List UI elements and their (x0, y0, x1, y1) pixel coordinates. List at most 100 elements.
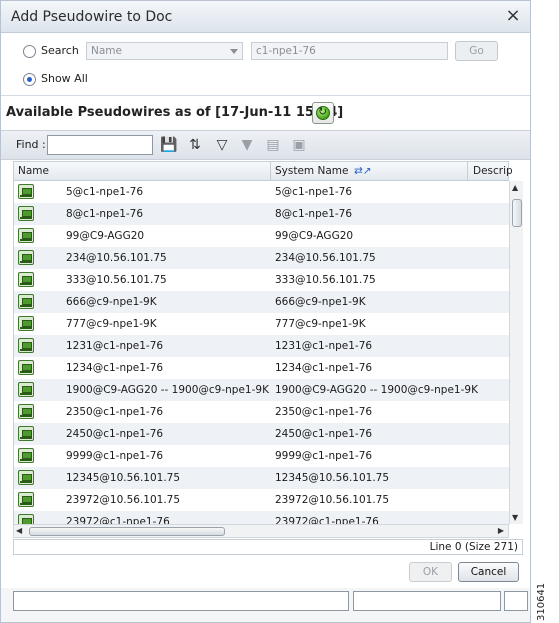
pseudowire-icon (18, 360, 34, 375)
close-icon[interactable]: × (504, 5, 522, 27)
grid-status-line: Line 0 (Size 271) (13, 539, 523, 555)
row-system-name: 1234@c1-npe1-76 (275, 362, 373, 374)
pseudowire-icon (18, 272, 34, 287)
row-system-name: 333@10.56.101.75 (275, 274, 376, 286)
row-system-name: 2350@c1-npe1-76 (275, 406, 373, 418)
search-input[interactable]: c1-npe1-76 (251, 42, 448, 60)
horizontal-scroll-thumb[interactable] (29, 527, 225, 536)
show-all-radio-label: Show All (41, 72, 88, 85)
ok-button[interactable]: OK (409, 562, 452, 582)
table-row[interactable]: 777@c9-npe1-9K 777@c9-npe1-9K (14, 313, 509, 335)
row-name: 1900@C9-AGG20 -- 1900@c9-npe1-9K (66, 384, 269, 396)
pseudowire-icon (18, 316, 34, 331)
pseudowire-icon (18, 206, 34, 221)
column-divider[interactable] (270, 162, 271, 181)
search-radio[interactable] (23, 45, 36, 58)
show-all-radio[interactable] (23, 73, 36, 86)
pseudowire-icon (18, 426, 34, 441)
row-name: 1231@c1-npe1-76 (66, 340, 164, 352)
column-header-description[interactable]: Descrip (473, 165, 513, 177)
save-icon[interactable]: 💾 (160, 136, 178, 154)
column-header-system-name[interactable]: System Name (275, 165, 348, 177)
pseudowire-icon (18, 338, 34, 353)
line-count-text: Line 0 (Size 271) (429, 541, 518, 553)
pseudowire-table: 5@c1-npe1-76 5@c1-npe1-76 8@c1-npe1-76 8@c1… (13, 181, 509, 524)
table-row[interactable]: 12345@10.56.101.75 12345@10.56.101.75 (14, 467, 509, 489)
available-header: Available Pseudowires as of [17-Jun-11 1… (1, 97, 530, 129)
pseudowire-icon (18, 448, 34, 463)
row-name: 99@C9-AGG20 (66, 230, 145, 242)
find-input[interactable] (47, 135, 153, 155)
row-name: 333@10.56.101.75 (66, 274, 167, 286)
vertical-scrollbar[interactable]: ▲ ▼ (509, 181, 523, 524)
table-row[interactable]: 23972@10.56.101.75 23972@10.56.101.75 (14, 489, 509, 511)
row-name: 23972@10.56.101.75 (66, 494, 181, 506)
row-name: 1234@c1-npe1-76 (66, 362, 164, 374)
dialog-title: Add Pseudowire to Doc (11, 9, 173, 25)
find-label: Find : (16, 138, 46, 151)
table-row[interactable]: 9999@c1-npe1-76 9999@c1-npe1-76 (14, 445, 509, 467)
table-row[interactable]: 5@c1-npe1-76 5@c1-npe1-76 (14, 181, 509, 203)
pseudowire-icon (18, 382, 34, 397)
row-system-name: 777@c9-npe1-9K (275, 318, 366, 330)
row-name: 2450@c1-npe1-76 (66, 428, 164, 440)
pseudowire-icon (18, 492, 34, 507)
row-system-name: 1900@C9-AGG20 -- 1900@c9-npe1-9K (275, 384, 478, 396)
row-system-name: 23972@c1-npe1-76 (275, 516, 379, 524)
row-system-name: 234@10.56.101.75 (275, 252, 376, 264)
table-row[interactable]: 99@C9-AGG20 99@C9-AGG20 (14, 225, 509, 247)
row-name: 5@c1-npe1-76 (66, 186, 144, 198)
table-row[interactable]: 2450@c1-npe1-76 2450@c1-npe1-76 (14, 423, 509, 445)
table-row[interactable]: 1231@c1-npe1-76 1231@c1-npe1-76 (14, 335, 509, 357)
row-name: 23972@c1-npe1-76 (66, 516, 170, 524)
pseudowire-icon (18, 404, 34, 419)
pseudowire-icon (18, 184, 34, 199)
grid-header: Name System Name ⇄↗ Descrip (13, 161, 513, 181)
table-row[interactable]: 8@c1-npe1-76 8@c1-npe1-76 (14, 203, 509, 225)
clear-filter-icon[interactable]: ▼ (238, 136, 256, 154)
vertical-scroll-thumb[interactable] (512, 199, 522, 227)
scroll-up-icon[interactable]: ▲ (512, 183, 518, 192)
print-icon[interactable]: ▣ (290, 136, 308, 154)
scroll-down-icon[interactable]: ▼ (512, 513, 518, 522)
table-row[interactable]: 333@10.56.101.75 333@10.56.101.75 (14, 269, 509, 291)
table-row[interactable]: 666@c9-npe1-9K 666@c9-npe1-9K (14, 291, 509, 313)
search-field-select[interactable]: Name (86, 42, 243, 60)
row-system-name: 5@c1-npe1-76 (275, 186, 353, 198)
dialog-titlebar: Add Pseudowire to Doc × (1, 1, 530, 33)
pseudowire-icon (18, 250, 34, 265)
figure-code: 310641 (536, 582, 547, 621)
row-name: 777@c9-npe1-9K (66, 318, 157, 330)
column-divider[interactable] (467, 162, 468, 181)
search-field-select-value: Name (91, 45, 122, 57)
horizontal-scrollbar[interactable]: ◀ ▶ (13, 524, 509, 538)
sort-icon[interactable]: ⇅ (186, 136, 204, 154)
row-name: 2350@c1-npe1-76 (66, 406, 164, 418)
refresh-icon (316, 105, 330, 120)
search-input-value: c1-npe1-76 (256, 45, 316, 57)
row-name: 9999@c1-npe1-76 (66, 450, 164, 462)
row-system-name: 9999@c1-npe1-76 (275, 450, 373, 462)
cancel-button[interactable]: Cancel (458, 562, 519, 582)
table-row[interactable]: 2350@c1-npe1-76 2350@c1-npe1-76 (14, 401, 509, 423)
row-system-name: 666@c9-npe1-9K (275, 296, 366, 308)
column-header-name[interactable]: Name (18, 165, 49, 177)
pseudowire-icon (18, 294, 34, 309)
filter-icon[interactable]: ▽ (213, 136, 231, 154)
table-row[interactable]: 234@10.56.101.75 234@10.56.101.75 (14, 247, 509, 269)
available-title: Available Pseudowires as of [17-Jun-11 1… (6, 105, 344, 120)
pseudowire-icon (18, 470, 34, 485)
scroll-left-icon[interactable]: ◀ (16, 526, 22, 535)
go-button[interactable]: Go (455, 41, 498, 61)
table-row[interactable]: 23972@c1-npe1-76 23972@c1-npe1-76 (14, 511, 509, 524)
table-row[interactable]: 1900@C9-AGG20 -- 1900@c9-npe1-9K 1900@C9-… (14, 379, 509, 401)
status-bar (1, 588, 530, 622)
export-icon[interactable]: ▤ (264, 136, 282, 154)
chevron-down-icon (230, 49, 238, 54)
search-radio-label: Search (41, 44, 79, 57)
table-row[interactable]: 1234@c1-npe1-76 1234@c1-npe1-76 (14, 357, 509, 379)
status-cell (13, 591, 349, 611)
refresh-button[interactable] (312, 102, 334, 124)
scroll-right-icon[interactable]: ▶ (498, 526, 504, 535)
status-cell (504, 591, 528, 611)
